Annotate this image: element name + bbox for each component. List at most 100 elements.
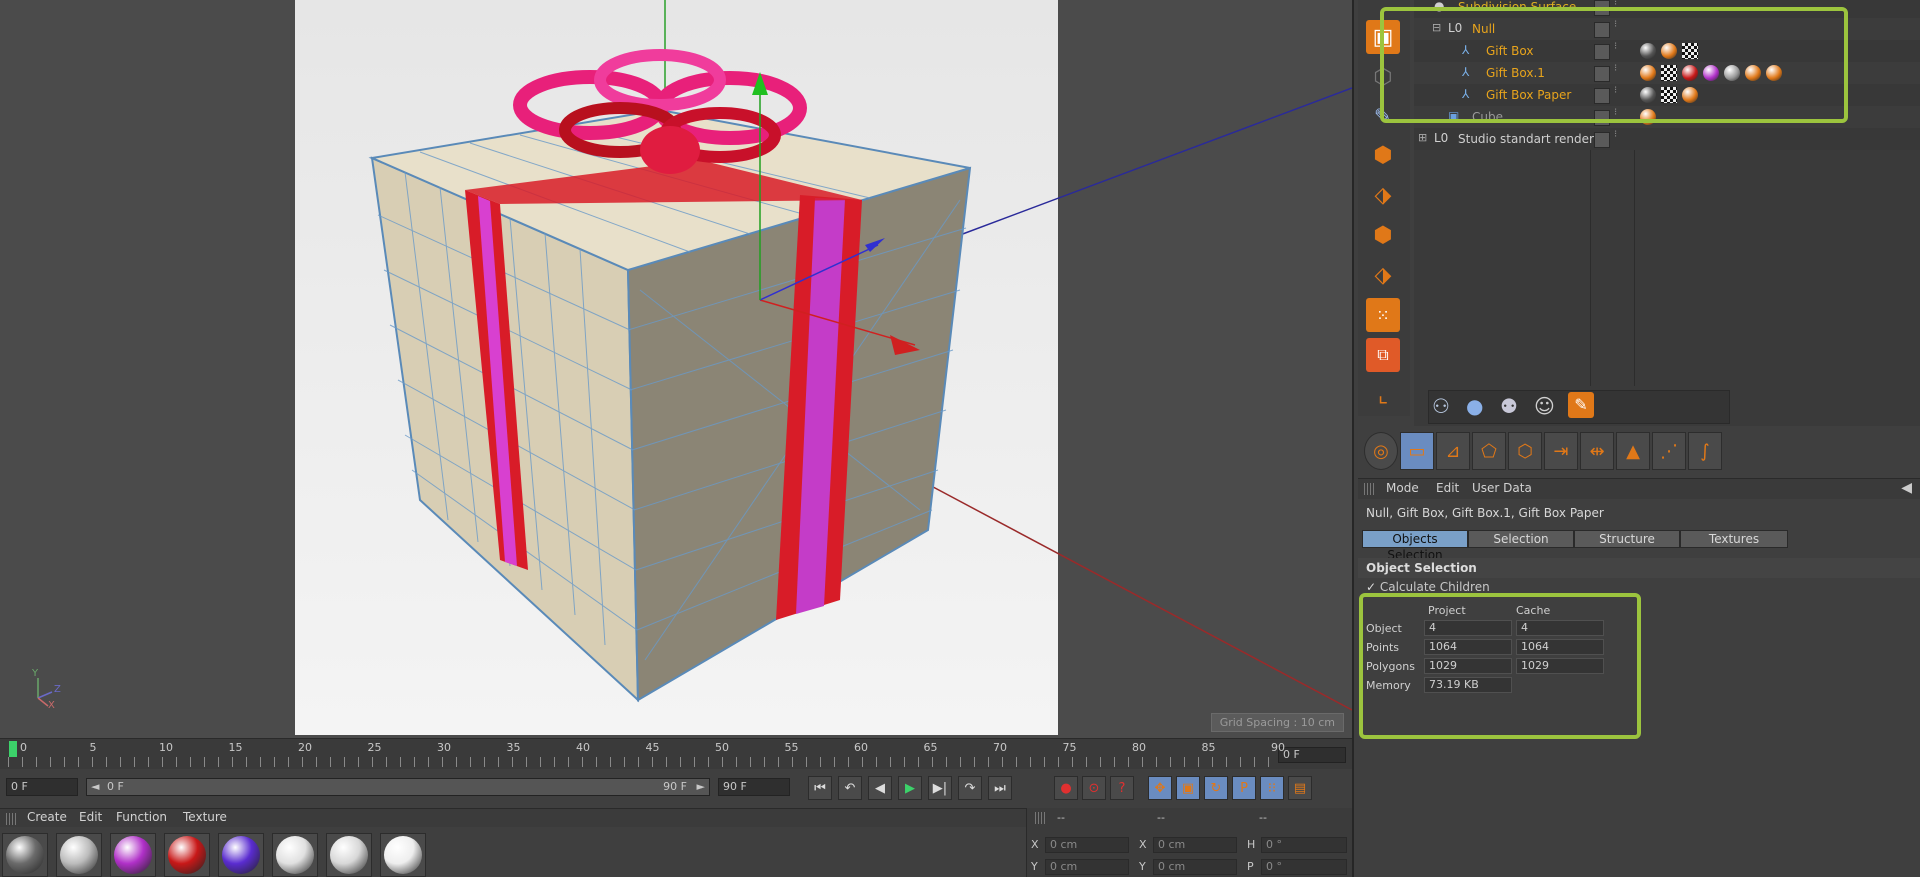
material-thumbnail[interactable] [2,833,48,877]
object-mode-icon[interactable]: ⬢ [1366,218,1400,252]
keyframe-help-button[interactable]: ? [1110,776,1134,800]
weld-icon[interactable]: ⋰ [1652,432,1686,470]
scale-y-label: Y [1139,860,1146,873]
prev-key-button[interactable]: ↶ [838,776,862,800]
gift-box-scene[interactable] [0,0,1352,740]
tick-label: 30 [437,741,451,754]
timeline-ruler[interactable]: 0 F 0 5 10 15 20 25 30 35 40 45 50 55 60 65 70 75 80 85 90 [0,738,1352,769]
pos-y-field[interactable]: 0 cm [1045,859,1129,875]
rotate-key-button[interactable]: ↻ [1204,776,1228,800]
autokey-button[interactable]: ⊙ [1082,776,1106,800]
scale-x-field[interactable]: 0 cm [1153,837,1237,853]
object-name[interactable]: Studio standart render [1458,132,1594,146]
ghost-icon[interactable]: ☺ [1534,394,1555,418]
frame-range-slider[interactable]: ◄ 0 F 90 F ► [86,778,710,796]
pla-key-button[interactable]: ⁝⁝ [1260,776,1284,800]
knife-icon[interactable]: ⇥ [1544,432,1578,470]
calculate-children-row[interactable]: ✓ Calculate Children [1366,580,1490,594]
sphere-icon[interactable]: ● [1466,394,1483,418]
live-selection-icon[interactable]: ◎ [1364,432,1398,470]
rectangle-selection-icon[interactable]: ▭ [1400,432,1434,470]
range-left-arrow[interactable]: ◄ [91,780,99,793]
menu-edit[interactable]: Edit [79,810,102,824]
go-end-button[interactable]: ⏭ [988,776,1012,800]
material-ball-icon [384,836,422,874]
edges-mode-icon[interactable]: ⧉ [1366,338,1400,372]
material-thumbnail[interactable] [164,833,210,877]
next-key-button[interactable]: ↷ [958,776,982,800]
spline-icon[interactable]: ∫ [1688,432,1722,470]
coord-header-1: -- [1057,811,1065,824]
rot-p-field[interactable]: 0 ° [1261,859,1347,875]
render-dots-icon[interactable]: ⁝ [1614,129,1617,140]
range-right-arrow[interactable]: ► [697,780,705,793]
pos-x-field[interactable]: 0 cm [1045,837,1129,853]
tab-structure[interactable]: Structure [1574,530,1680,548]
polygon-selection-icon[interactable]: ⬠ [1472,432,1506,470]
panel-grip[interactable] [6,813,16,825]
start-frame-field[interactable]: 0 F [6,778,78,796]
next-frame-button[interactable]: ▶| [928,776,952,800]
mograph-icon[interactable]: ⚇ [1432,394,1450,418]
tick-label: 0 [20,741,27,754]
panel-grip[interactable] [1364,483,1374,495]
timeline-button[interactable]: ▤ [1288,776,1312,800]
cluster-icon[interactable]: ⚉ [1500,394,1518,418]
menu-mode[interactable]: Mode [1386,481,1419,495]
menu-user-data[interactable]: User Data [1472,481,1532,495]
menu-create[interactable]: Create [27,810,67,824]
menu-texture[interactable]: Texture [183,810,227,824]
z-axis-line [959,87,1352,236]
menu-function[interactable]: Function [116,810,167,824]
play-button[interactable]: ▶ [898,776,922,800]
rot-h-field[interactable]: 0 ° [1261,837,1347,853]
current-frame-field[interactable]: 0 F [1278,747,1346,763]
visibility-toggle-icon[interactable] [1594,132,1610,148]
create-toolbar: ⚇ ● ⚉ ☺ ✎ [1414,386,1920,426]
material-ball-icon [168,836,206,874]
param-key-button[interactable]: P [1232,776,1256,800]
triangulate-icon[interactable]: ▲ [1616,432,1650,470]
hair-icon[interactable]: ✎ [1568,392,1594,418]
menu-edit[interactable]: Edit [1436,481,1459,495]
coord-header-3: -- [1259,811,1267,824]
playhead[interactable] [9,741,17,757]
go-start-button[interactable]: ⏮ [808,776,832,800]
panel-grip[interactable] [1035,812,1045,824]
material-thumbnail[interactable] [218,833,264,877]
material-thumbnail[interactable] [272,833,318,877]
expand-toggle-icon[interactable]: ⊞ [1418,131,1427,144]
end-frame-field[interactable]: 90 F [718,778,790,796]
checkmark-icon[interactable]: ✓ [1366,580,1376,594]
tick-label: 90 [1271,741,1285,754]
tab-selection[interactable]: Selection [1468,530,1574,548]
tab-objects-selection[interactable]: Objects Selection [1362,530,1468,562]
material-thumbnail[interactable] [56,833,102,877]
material-thumbnail[interactable] [380,833,426,877]
scale-y-field[interactable]: 0 cm [1153,859,1237,875]
back-arrow-icon[interactable]: ◀ [1901,480,1912,496]
prev-frame-button[interactable]: ◀ [868,776,892,800]
material-thumbnail[interactable] [326,833,372,877]
pos-y-label: Y [1031,860,1038,873]
cube-tool-icon[interactable]: ⬡ [1508,432,1542,470]
material-thumbnail[interactable] [110,833,156,877]
object-row[interactable]: ⊞ L0 Studio standart render ⁝ [1414,128,1920,150]
tick-label: 85 [1201,741,1216,754]
coord-header-2: -- [1157,811,1165,824]
3d-viewport[interactable]: Y Z X Grid Spacing : 10 cm [0,0,1352,740]
workplane-icon[interactable]: ⌞ [1366,378,1400,412]
lasso-selection-icon[interactable]: ⊿ [1436,432,1470,470]
model-mode-icon[interactable]: ⬢ [1366,138,1400,172]
tick-label: 25 [367,741,382,754]
scale-key-button[interactable]: ▣ [1176,776,1200,800]
record-button[interactable]: ● [1054,776,1078,800]
points-mode-icon[interactable]: ⁙ [1366,298,1400,332]
texture-axis-icon[interactable]: ⬗ [1366,258,1400,292]
mirror-icon[interactable]: ⇹ [1580,432,1614,470]
move-key-button[interactable]: ✥ [1148,776,1172,800]
material-ball-icon [114,836,152,874]
texture-mode-icon[interactable]: ⬗ [1366,178,1400,212]
material-list [0,830,1026,877]
tab-textures[interactable]: Textures [1680,530,1788,548]
